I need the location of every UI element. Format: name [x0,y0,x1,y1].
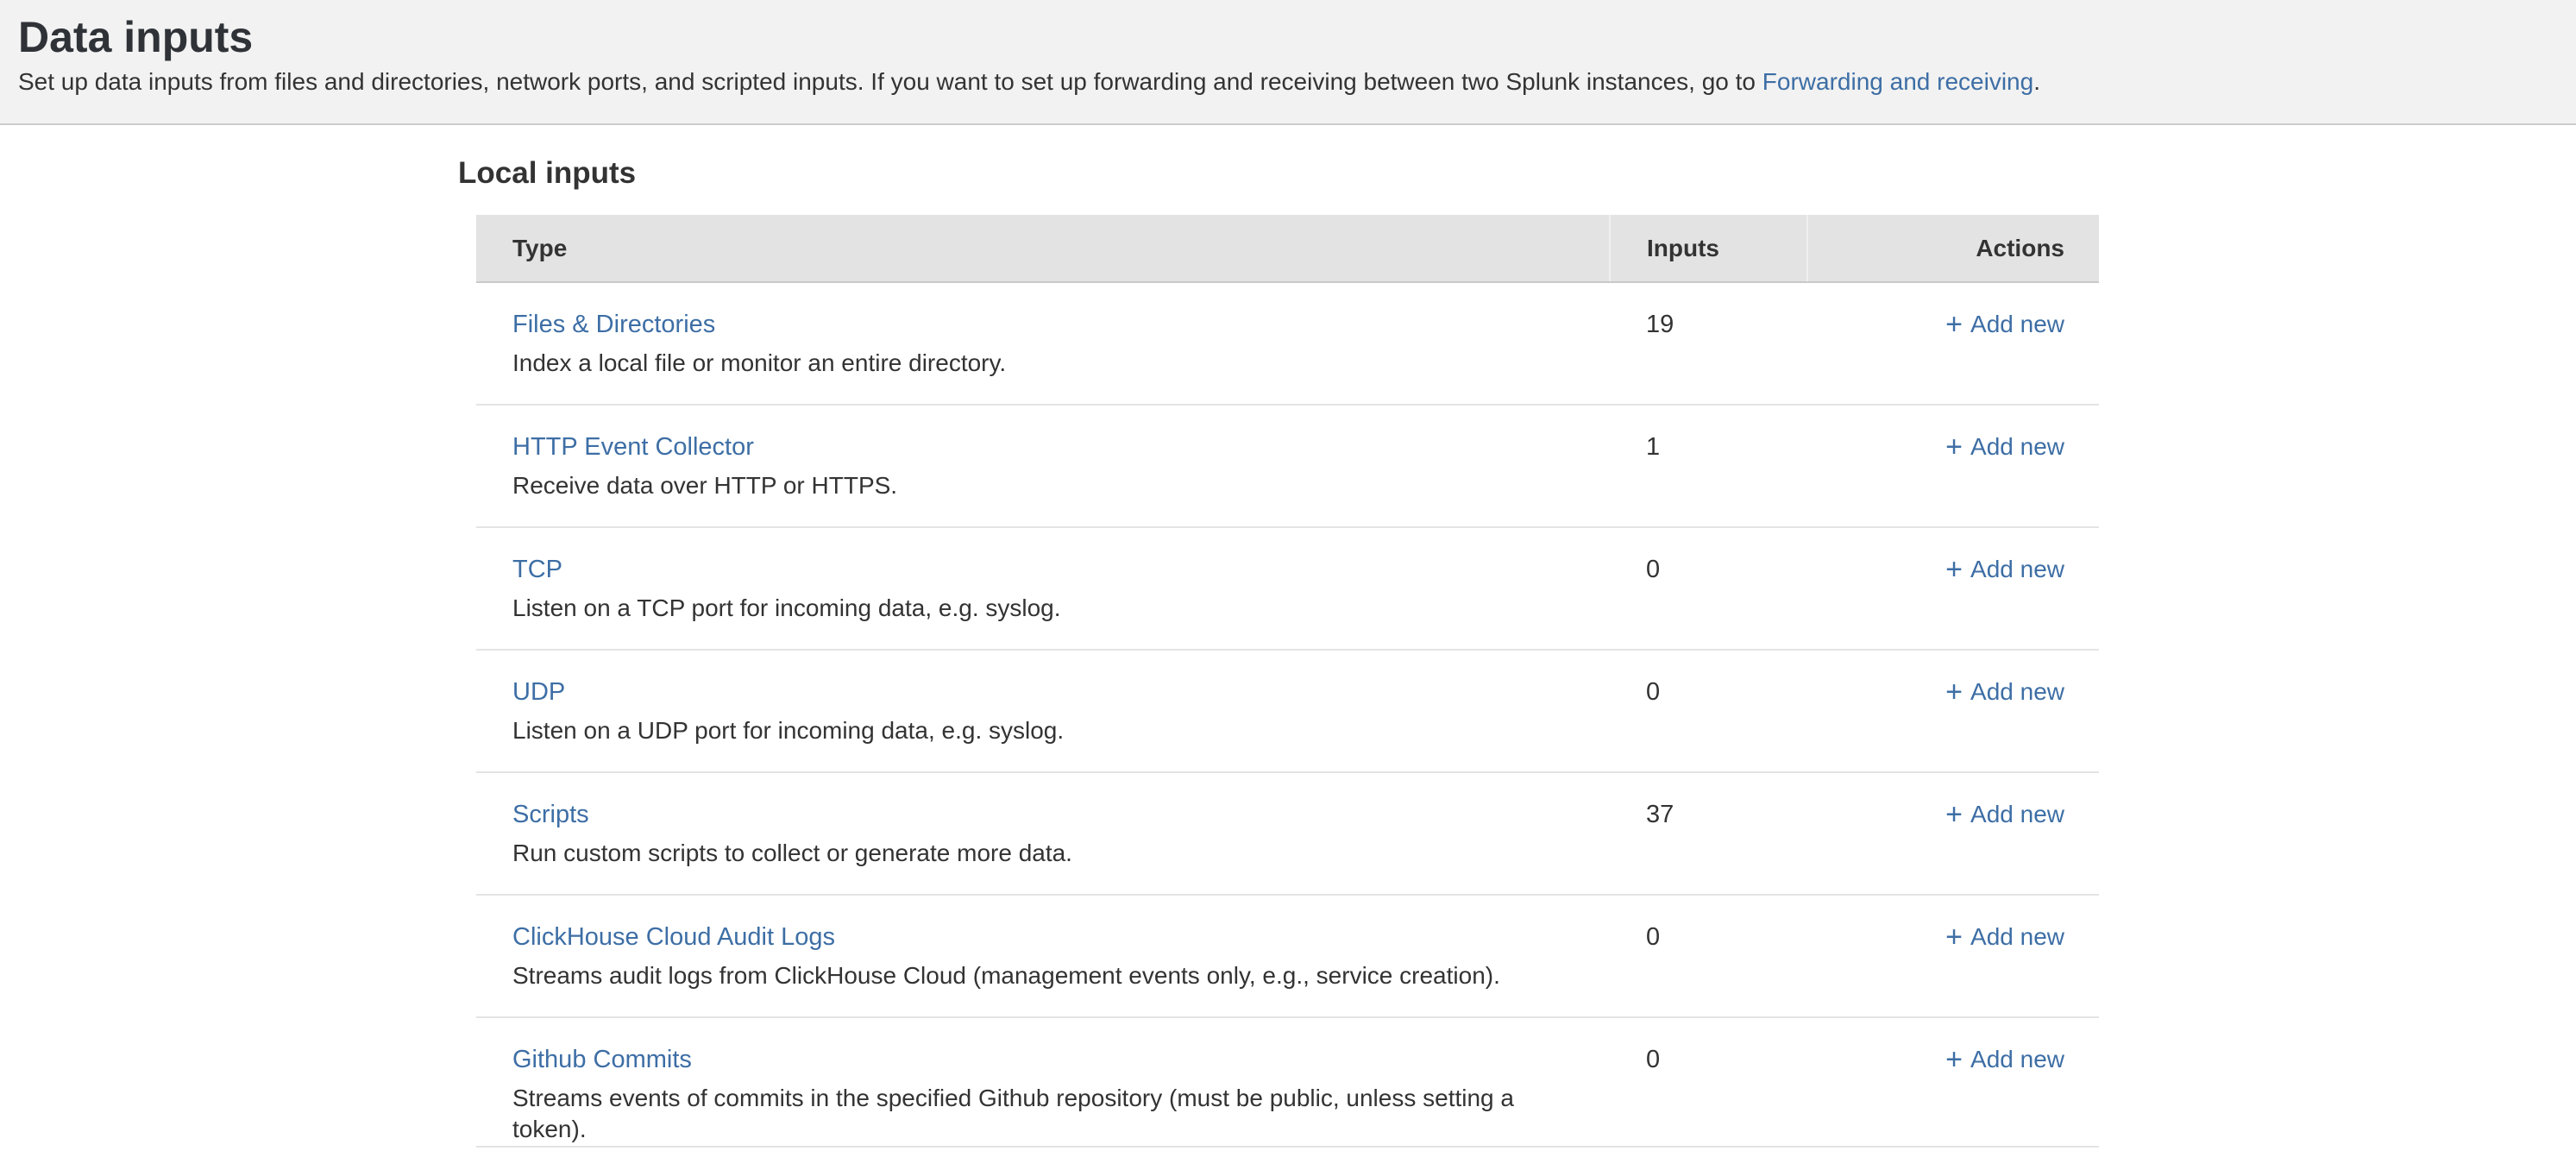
input-type-description: Index a local file or monitor an entire … [512,348,1584,379]
subtitle-text-before-link: Set up data inputs from files and direct… [18,68,1762,95]
data-inputs-page: Data inputs Set up data inputs from file… [0,0,2576,1148]
inputs-count: 0 [1610,650,1807,772]
add-new-label: Add new [1970,1046,2064,1072]
column-header-type: Type [476,215,1610,282]
input-type-link[interactable]: ClickHouse Cloud Audit Logs [512,920,835,954]
input-type-link[interactable]: HTTP Event Collector [512,430,754,464]
table-row: UDP Listen on a UDP port for incoming da… [476,650,2099,772]
type-cell: HTTP Event Collector Receive data over H… [476,405,1610,527]
inputs-count: 0 [1610,1017,1807,1147]
page-header: Data inputs Set up data inputs from file… [0,0,2576,125]
plus-icon: + [1945,552,1963,587]
input-type-link[interactable]: Files & Directories [512,307,715,342]
type-cell: Github Commits Streams events of commits… [476,1017,1610,1147]
actions-cell: + Add new [1807,405,2099,527]
table-row: ClickHouse Cloud Audit Logs Streams audi… [476,895,2099,1017]
table-body: Files & Directories Index a local file o… [476,282,2099,1147]
input-type-link[interactable]: TCP [512,552,562,587]
input-type-description: Streams events of commits in the specifi… [512,1083,1584,1145]
input-type-description: Listen on a TCP port for incoming data, … [512,593,1584,624]
add-new-label: Add new [1970,556,2064,582]
table-row: Files & Directories Index a local file o… [476,282,2099,405]
add-new-link[interactable]: +Add new [1945,801,2064,827]
table-header-row: Type Inputs Actions [476,215,2099,282]
forwarding-and-receiving-link[interactable]: Forwarding and receiving [1762,68,2033,95]
add-new-label: Add new [1970,311,2064,337]
plus-icon: + [1945,1042,1963,1077]
add-new-label: Add new [1970,678,2064,705]
add-new-link[interactable]: +Add new [1945,311,2064,337]
input-type-description: Run custom scripts to collect or generat… [512,838,1584,869]
add-new-link[interactable]: +Add new [1945,433,2064,460]
input-type-description: Streams audit logs from ClickHouse Cloud… [512,960,1584,991]
type-cell: ClickHouse Cloud Audit Logs Streams audi… [476,895,1610,1017]
column-header-inputs: Inputs [1610,215,1807,282]
type-cell: UDP Listen on a UDP port for incoming da… [476,650,1610,772]
add-new-label: Add new [1970,433,2064,460]
page-title: Data inputs [18,12,2541,62]
page-subtitle: Set up data inputs from files and direct… [18,66,2541,97]
input-type-link[interactable]: UDP [512,675,565,709]
local-inputs-table: Type Inputs Actions Files & Directories … [476,215,2099,1148]
table-row: TCP Listen on a TCP port for incoming da… [476,527,2099,650]
plus-icon: + [1945,430,1963,464]
type-cell: Scripts Run custom scripts to collect or… [476,772,1610,895]
actions-cell: + Add new [1807,895,2099,1017]
input-type-description: Listen on a UDP port for incoming data, … [512,715,1584,746]
actions-cell: + Add new [1807,772,2099,895]
actions-cell: + Add new [1807,650,2099,772]
plus-icon: + [1945,920,1963,954]
type-cell: TCP Listen on a TCP port for incoming da… [476,527,1610,650]
table-row: HTTP Event Collector Receive data over H… [476,405,2099,527]
input-type-description: Receive data over HTTP or HTTPS. [512,470,1584,501]
plus-icon: + [1945,675,1963,709]
add-new-label: Add new [1970,923,2064,950]
section-title-local-inputs: Local inputs [458,156,2576,191]
inputs-count: 0 [1610,527,1807,650]
inputs-count: 1 [1610,405,1807,527]
plus-icon: + [1945,797,1963,832]
table-row: Scripts Run custom scripts to collect or… [476,772,2099,895]
content-area: Local inputs Type Inputs Actions Files &… [0,125,2576,1148]
table-row: Github Commits Streams events of commits… [476,1017,2099,1147]
plus-icon: + [1945,307,1963,342]
add-new-link[interactable]: +Add new [1945,556,2064,582]
add-new-link[interactable]: +Add new [1945,678,2064,705]
actions-cell: + Add new [1807,1017,2099,1147]
subtitle-text-after-link: . [2033,68,2040,95]
column-header-actions: Actions [1807,215,2099,282]
add-new-link[interactable]: +Add new [1945,1046,2064,1072]
add-new-link[interactable]: +Add new [1945,923,2064,950]
add-new-label: Add new [1970,801,2064,827]
inputs-count: 19 [1610,282,1807,405]
actions-cell: + Add new [1807,282,2099,405]
inputs-count: 0 [1610,895,1807,1017]
inputs-count: 37 [1610,772,1807,895]
actions-cell: + Add new [1807,527,2099,650]
input-type-link[interactable]: Scripts [512,797,589,832]
input-type-link[interactable]: Github Commits [512,1042,692,1077]
type-cell: Files & Directories Index a local file o… [476,282,1610,405]
